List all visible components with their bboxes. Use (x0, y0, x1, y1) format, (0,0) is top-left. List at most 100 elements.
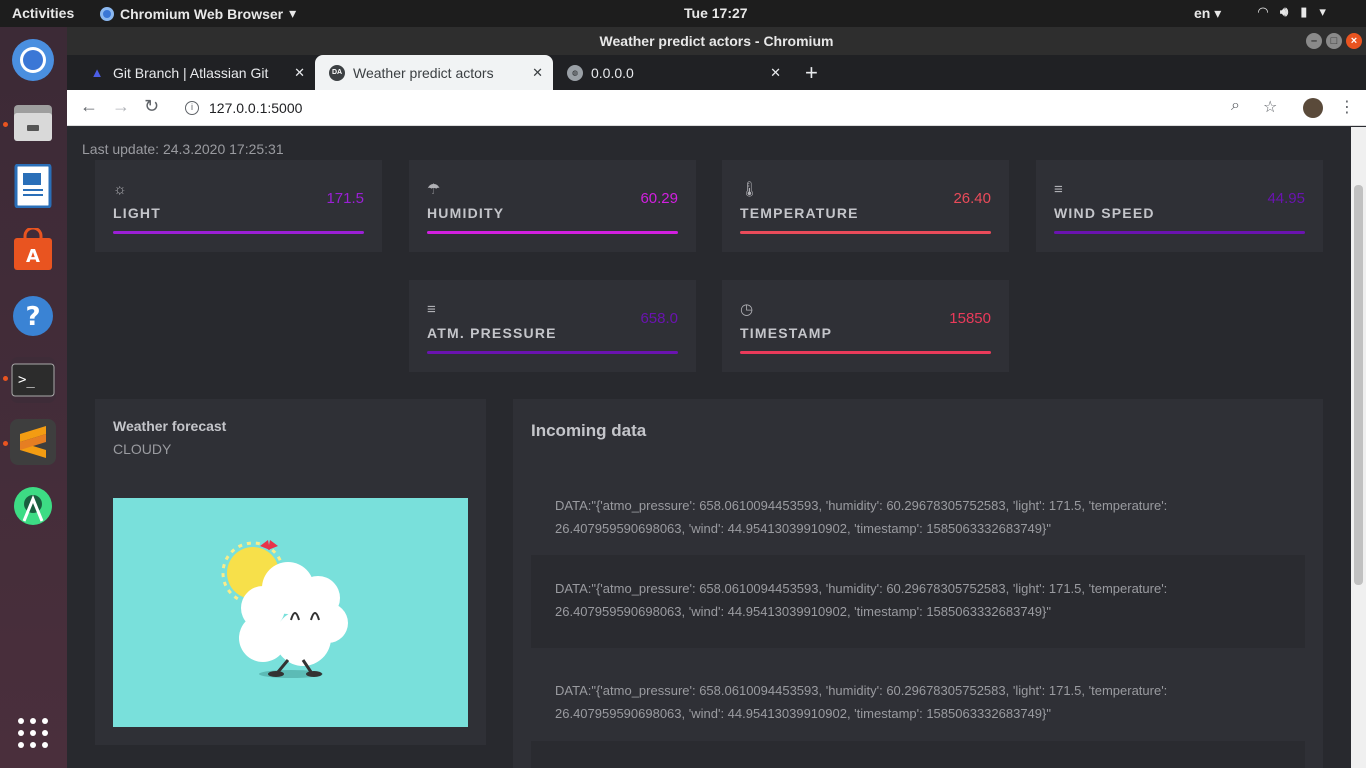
dock-help[interactable]: ? (10, 293, 56, 339)
data-message: DATA:"{'atmo_pressure': 658.061009445359… (555, 683, 1168, 721)
chromium-icon (100, 6, 114, 21)
menu-icon: ≡ (427, 301, 436, 318)
close-icon[interactable]: ✕ (294, 65, 305, 81)
forecast-title: Weather forecast (113, 418, 227, 434)
bookmark-star-icon[interactable]: ☆ (1263, 97, 1277, 117)
card-label: TEMPERATURE (740, 205, 859, 221)
info-icon[interactable]: i (185, 101, 199, 115)
app-menu[interactable]: Chromium Web Browser ▾ (100, 5, 296, 22)
card-bar (740, 231, 991, 234)
clock[interactable]: Tue 17:27 (684, 5, 748, 21)
card-bar (113, 231, 364, 234)
dock-software[interactable]: A (10, 227, 56, 273)
svg-text:>_: >_ (18, 372, 35, 388)
scrollbar-thumb[interactable] (1354, 185, 1363, 585)
card-label: ATM. PRESSURE (427, 325, 557, 341)
close-window-button[interactable]: × (1346, 33, 1362, 49)
chevron-down-icon: ▾ (289, 5, 297, 21)
dock: A ? >_ (0, 27, 67, 768)
card-label: LIGHT (113, 205, 161, 221)
clock-icon: ◷ (740, 301, 754, 318)
globe-icon: ◍ (567, 64, 583, 81)
dock-writer[interactable] (10, 163, 56, 209)
menu-kebab-icon[interactable]: ⋮ (1339, 97, 1355, 117)
system-top-bar: Activities Chromium Web Browser ▾ Tue 17… (0, 0, 1366, 27)
tab-localhost[interactable]: ◍ 0.0.0.0 ✕ (553, 55, 791, 90)
da-favicon-icon: DA (329, 64, 345, 81)
dock-sublime[interactable] (10, 419, 56, 465)
page-scrollbar[interactable] (1351, 127, 1366, 768)
maximize-button[interactable]: □ (1326, 33, 1342, 49)
card-wind-speed: ≡ WIND SPEED 44.95 (1036, 160, 1323, 252)
card-temperature: 🌡︎ TEMPERATURE 26.40 (722, 160, 1009, 252)
card-atm-pressure: ≡ ATM. PRESSURE 658.0 (409, 280, 696, 372)
show-applications-button[interactable] (10, 710, 56, 756)
incoming-data-panel: Incoming data DATA:"{'atmo_pressure': 65… (513, 399, 1323, 768)
page-content: Last update: 24.3.2020 17:25:31 ☼ LIGHT … (67, 127, 1351, 768)
card-bar (1054, 231, 1305, 234)
address-bar: ← → ↻ i 127.0.0.1:5000 ⌕ ☆ ⋮ (67, 90, 1366, 126)
sublime-text-icon (20, 426, 46, 458)
card-label: TIMESTAMP (740, 325, 833, 341)
help-icon: ? (13, 296, 53, 336)
card-bar (427, 351, 678, 354)
tab-git-branch[interactable]: ▲ Git Branch | Atlassian Git ✕ (75, 55, 315, 90)
tab-bar: ▲ Git Branch | Atlassian Git ✕ DA Weathe… (67, 55, 1366, 90)
zoom-icon[interactable]: ⌕ (1231, 97, 1240, 115)
card-value: 26.40 (953, 190, 991, 207)
close-icon[interactable]: ✕ (532, 65, 543, 81)
url-field[interactable]: i 127.0.0.1:5000 (175, 94, 1255, 122)
thermometer-icon: 🌡︎ (740, 181, 760, 198)
system-tray[interactable]: ◠ 🔊︎ ▮ ▾ (1258, 4, 1326, 20)
battery-icon: ▮ (1300, 4, 1308, 19)
profile-avatar[interactable] (1303, 98, 1323, 118)
back-button[interactable]: ← (80, 96, 98, 117)
language-indicator[interactable]: en ▾ (1194, 5, 1221, 22)
wifi-icon: ◠ (1258, 4, 1268, 19)
card-bar (427, 231, 678, 234)
new-tab-button[interactable]: + (805, 60, 818, 86)
card-light: ☼ LIGHT 171.5 (95, 160, 382, 252)
tab-label: Git Branch | Atlassian Git (113, 64, 269, 81)
window-title: Weather predict actors - Chromium (599, 33, 834, 49)
data-message: DATA:"{'atmo_pressure': 658.061009445359… (531, 555, 1305, 648)
language-label: en (1194, 5, 1211, 21)
card-label: HUMIDITY (427, 205, 505, 221)
card-value: 171.5 (326, 190, 364, 207)
data-message-partial (531, 741, 1305, 768)
terminal-icon: >_ (11, 363, 55, 397)
document-icon (14, 164, 52, 208)
svg-text:?: ? (25, 302, 40, 332)
last-update: Last update: 24.3.2020 17:25:31 (82, 141, 284, 157)
grid-icon (18, 718, 48, 748)
svg-text:A: A (26, 246, 40, 267)
card-humidity: ☂ HUMIDITY 60.29 (409, 160, 696, 252)
reload-button[interactable]: ↻ (144, 96, 159, 117)
dock-android-studio[interactable] (10, 483, 56, 529)
activities-button[interactable]: Activities (12, 5, 74, 21)
menu-icon: ≡ (1054, 181, 1063, 198)
app-menu-label: Chromium Web Browser (120, 5, 284, 22)
files-icon (14, 105, 52, 141)
card-value: 44.95 (1267, 190, 1305, 207)
cloudy-illustration (113, 498, 468, 727)
atlassian-icon: ▲ (90, 65, 104, 80)
volume-icon: 🔊︎ (1280, 4, 1289, 19)
forward-button[interactable]: → (112, 96, 130, 117)
dock-chromium[interactable] (10, 37, 56, 83)
card-label: WIND SPEED (1054, 205, 1155, 221)
tab-weather-predict[interactable]: DA Weather predict actors ✕ (315, 55, 553, 90)
chromium-icon (12, 39, 54, 81)
forecast-value: CLOUDY (113, 441, 172, 457)
dock-files[interactable] (10, 100, 56, 146)
android-studio-icon (14, 487, 52, 525)
card-bar (740, 351, 991, 354)
card-value: 60.29 (640, 190, 678, 207)
minimize-button[interactable]: – (1306, 33, 1322, 49)
dock-terminal[interactable]: >_ (10, 357, 56, 403)
close-icon[interactable]: ✕ (770, 65, 781, 81)
tab-label: 0.0.0.0 (591, 64, 634, 81)
chevron-down-icon: ▾ (1319, 4, 1326, 19)
cloud-sun-illustration (221, 540, 348, 678)
url-text: 127.0.0.1:5000 (209, 100, 303, 116)
